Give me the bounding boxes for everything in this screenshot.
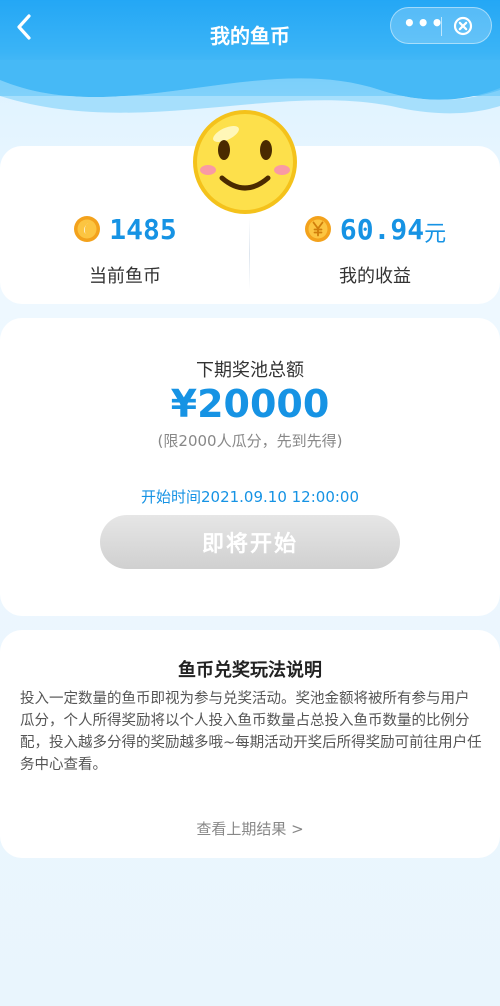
previous-results-link[interactable]: 查看上期结果 > — [0, 818, 500, 839]
miniapp-capsule: ••• — [390, 7, 492, 44]
start-time: 开始时间2021.09.10 12:00:00 — [140, 488, 360, 506]
rules-description: 投入一定数量的鱼币即视为参与兑奖活动。奖池金额将被所有参与用户瓜分，个人所得奖励… — [20, 691, 482, 773]
prize-pool-card: 下期奖池总额 ¥20000 (限2000人瓜分，先到先得) 开始时间2021.0… — [0, 318, 500, 616]
smiley-face-icon — [193, 110, 297, 214]
yuan-coin-icon — [304, 216, 331, 242]
coming-soon-button[interactable]: 即将开始 — [100, 515, 400, 569]
rules-title: 鱼币兑奖玩法说明 — [178, 660, 322, 681]
coins-label: 当前鱼币 — [89, 266, 161, 287]
coins-value: 1485 — [109, 212, 177, 246]
close-circle-icon[interactable] — [453, 16, 473, 36]
current-coins: 1485 当前鱼币 — [0, 206, 250, 288]
earnings-label: 我的收益 — [339, 266, 411, 287]
gold-coin-icon — [74, 216, 101, 242]
pool-limit-note: (限2000人瓜分，先到先得) — [157, 432, 343, 450]
earnings-value: 60.94 — [339, 212, 425, 246]
rules-card: 鱼币兑奖玩法说明 投入一定数量的鱼币即视为参与兑奖活动。奖池金额将被所有参与用户… — [0, 630, 500, 858]
more-dots-icon[interactable]: ••• — [403, 11, 443, 35]
pool-title: 下期奖池总额 — [196, 360, 304, 381]
earnings-unit: 元 — [424, 222, 447, 247]
pool-amount: ¥20000 — [170, 382, 330, 426]
capsule-divider — [441, 17, 442, 36]
my-earnings: 60.94 元 我的收益 — [250, 206, 500, 288]
page: 我的鱼币 ••• 1485 当前鱼币 60.94 元 我的收益 下期奖池总额 ¥… — [0, 0, 500, 1006]
